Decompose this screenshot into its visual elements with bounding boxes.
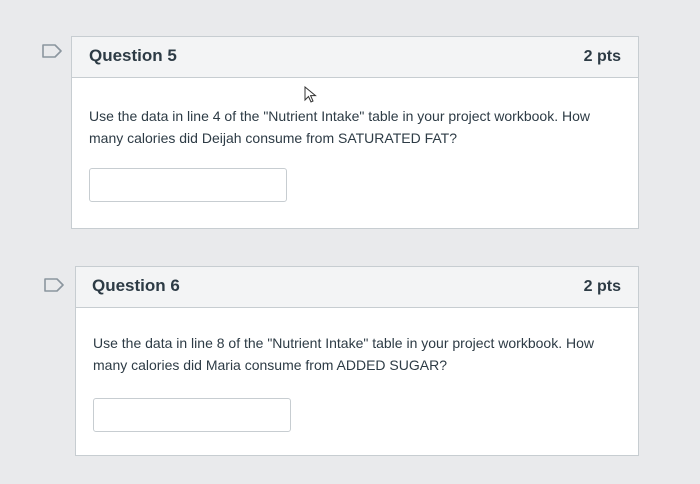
flag-question-5-icon[interactable] [42,44,62,58]
question-title: Question 6 [92,276,180,295]
answer-input[interactable] [89,168,287,202]
question-card-5: Question 5 2 pts Use the data in line 4 … [71,36,639,229]
question-header: Question 6 2 pts [76,267,638,308]
question-points: 2 pts [583,48,621,65]
mouse-pointer-icon [304,85,318,104]
answer-input[interactable] [93,398,291,432]
question-card-6: Question 6 2 pts Use the data in line 8 … [75,266,639,456]
question-points: 2 pts [583,278,621,295]
question-title: Question 5 [89,46,177,65]
flag-question-6-icon[interactable] [44,278,64,292]
question-text: Use the data in line 8 of the "Nutrient … [93,335,594,373]
question-text: Use the data in line 4 of the "Nutrient … [89,108,590,146]
question-header: Question 5 2 pts [72,37,638,78]
